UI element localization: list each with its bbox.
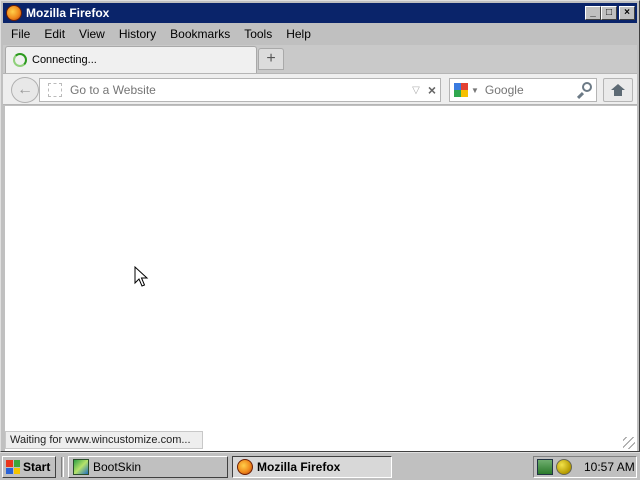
url-history-dropdown-icon[interactable]: ▽ <box>412 85 420 96</box>
stop-loading-icon[interactable]: × <box>428 82 436 98</box>
search-magnifier-icon[interactable] <box>575 81 593 100</box>
tab-strip: Connecting... + <box>3 45 637 73</box>
taskbar-button-bootskin[interactable]: BootSkin <box>68 456 228 478</box>
taskbar-separator <box>61 457 64 477</box>
windows-logo-icon <box>6 460 20 474</box>
google-icon[interactable] <box>454 83 468 97</box>
bootskin-icon <box>73 459 89 475</box>
firefox-icon <box>237 459 253 475</box>
tab-label: Connecting... <box>32 54 97 66</box>
menu-view[interactable]: View <box>73 27 113 41</box>
close-button[interactable]: × <box>619 6 635 20</box>
network-icon[interactable] <box>537 459 553 475</box>
taskbar-button-label: BootSkin <box>93 460 142 474</box>
loading-spinner-icon <box>13 53 27 67</box>
resize-grip-icon[interactable] <box>623 437 635 449</box>
minimize-button[interactable]: _ <box>585 6 601 20</box>
menu-bar: File Edit View History Bookmarks Tools H… <box>5 25 319 43</box>
new-tab-button[interactable]: + <box>258 48 284 70</box>
menu-tools[interactable]: Tools <box>238 27 280 41</box>
menu-edit[interactable]: Edit <box>38 27 73 41</box>
taskbar-button-firefox[interactable]: Mozilla Firefox <box>232 456 392 478</box>
url-input[interactable] <box>70 83 413 97</box>
taskbar-button-label: Mozilla Firefox <box>257 460 341 474</box>
status-panel: Waiting for www.wincustomize.com... <box>5 431 203 449</box>
url-bar[interactable]: ▽ × <box>39 78 441 102</box>
browser-window: Mozilla Firefox _ □ × File Edit View His… <box>0 0 640 452</box>
mouse-pointer-icon <box>134 266 149 287</box>
back-button[interactable]: ← <box>11 77 39 103</box>
navigation-toolbar: ← ▽ × ▼ <box>3 73 637 105</box>
menu-help[interactable]: Help <box>280 27 319 41</box>
page-content[interactable] <box>5 106 637 451</box>
menu-bookmarks[interactable]: Bookmarks <box>164 27 238 41</box>
site-identity-icon[interactable] <box>48 83 62 97</box>
clock[interactable]: 10:57 AM <box>584 460 635 474</box>
start-button[interactable]: Start <box>2 456 56 478</box>
title-bar[interactable]: Mozilla Firefox _ □ × <box>3 3 637 23</box>
status-text: Waiting for www.wincustomize.com... <box>10 434 191 446</box>
tab-active[interactable]: Connecting... <box>5 46 257 73</box>
home-icon <box>611 84 625 96</box>
taskbar: Start BootSkin Mozilla Firefox 10:57 AM <box>0 452 640 480</box>
search-input[interactable] <box>484 83 575 97</box>
system-tray: 10:57 AM <box>533 456 637 478</box>
window-title: Mozilla Firefox <box>26 6 110 20</box>
menu-file[interactable]: File <box>5 27 38 41</box>
search-bar[interactable]: ▼ <box>449 78 597 102</box>
maximize-button[interactable]: □ <box>601 6 617 20</box>
security-key-icon[interactable] <box>556 459 572 475</box>
back-arrow-icon: ← <box>17 81 33 98</box>
start-label: Start <box>23 460 51 474</box>
search-engine-dropdown-icon[interactable]: ▼ <box>471 86 479 95</box>
home-button[interactable] <box>603 78 633 102</box>
firefox-icon <box>6 5 22 21</box>
menu-history[interactable]: History <box>113 27 164 41</box>
